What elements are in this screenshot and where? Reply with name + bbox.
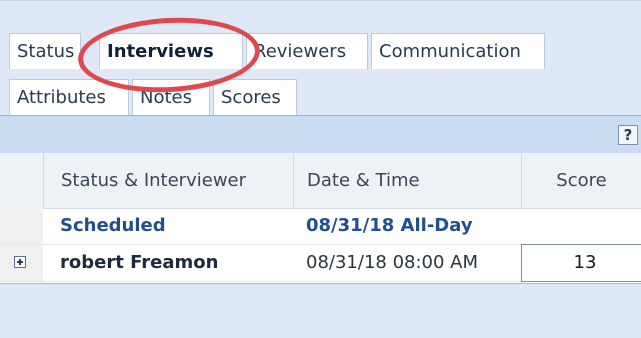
tab-interviews[interactable]: Interviews xyxy=(99,33,243,69)
column-header-status-interviewer[interactable]: Status & Interviewer xyxy=(43,153,293,208)
tab-status-label: Status xyxy=(17,41,75,62)
expand-plus-icon[interactable] xyxy=(14,256,26,268)
tab-communication-label: Communication xyxy=(379,41,521,62)
tab-reviewers-label: Reviewers xyxy=(254,41,347,62)
column-header-date-time[interactable]: Date & Time xyxy=(293,153,521,208)
column-header-label: Status & Interviewer xyxy=(61,170,247,191)
column-header-score[interactable]: Score xyxy=(521,153,641,208)
row-gutter xyxy=(0,245,43,281)
group-date: 08/31/18 All-Day xyxy=(306,215,473,236)
column-header-label: Score xyxy=(556,170,607,191)
table-row[interactable]: robert Freamon 08/31/18 08:00 AM 13 xyxy=(0,244,641,282)
tab-notes-label: Notes xyxy=(140,87,192,108)
tab-scores[interactable]: Scores xyxy=(213,79,297,115)
tab-status[interactable]: Status xyxy=(9,33,81,69)
column-header-label: Date & Time xyxy=(307,170,420,191)
tab-attributes[interactable]: Attributes xyxy=(9,79,129,115)
interviews-grid: Status & Interviewer Date & Time Score S… xyxy=(0,153,641,283)
row-gutter xyxy=(0,208,43,244)
group-row: Scheduled 08/31/18 All-Day xyxy=(0,208,641,245)
grid-header: Status & Interviewer Date & Time Score xyxy=(0,153,641,209)
help-button[interactable]: ? xyxy=(618,125,638,145)
tab-attributes-label: Attributes xyxy=(17,87,106,108)
help-icon: ? xyxy=(623,126,633,144)
tab-notes[interactable]: Notes xyxy=(132,79,210,115)
tab-scores-label: Scores xyxy=(221,87,281,108)
interview-datetime: 08/31/18 08:00 AM xyxy=(306,252,479,273)
tab-reviewers[interactable]: Reviewers xyxy=(246,33,368,69)
tab-communication[interactable]: Communication xyxy=(371,33,545,69)
tab-interviews-label: Interviews xyxy=(107,41,214,62)
group-status: Scheduled xyxy=(60,215,166,236)
interviewer-name: robert Freamon xyxy=(60,252,219,273)
interview-panel: Status Interviews Reviewers Communicatio… xyxy=(0,0,641,338)
grid-toolbar: ? xyxy=(0,115,641,155)
score-field[interactable]: 13 xyxy=(521,244,641,282)
grid-footer xyxy=(0,283,641,338)
